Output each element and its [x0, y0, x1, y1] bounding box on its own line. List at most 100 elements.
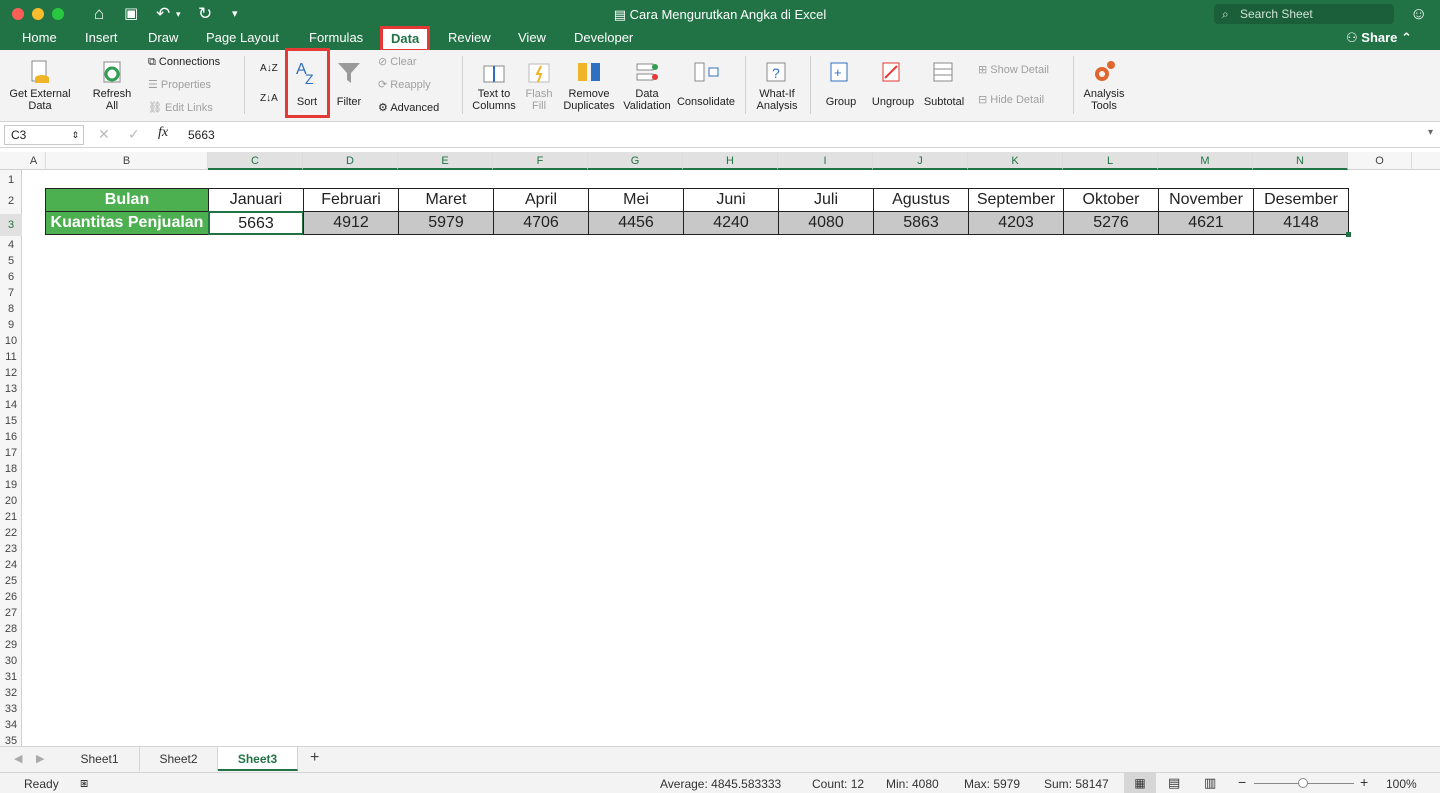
row-header[interactable]: 22	[0, 525, 22, 541]
column-header[interactable]: B	[46, 152, 208, 170]
row-header[interactable]: 7	[0, 285, 22, 301]
quantity-cell[interactable]: 4240	[683, 211, 779, 235]
flash-fill-button[interactable]: Flash Fill	[520, 58, 558, 112]
zoom-out-icon[interactable]: −	[1238, 774, 1246, 790]
column-header[interactable]: K	[968, 152, 1063, 170]
row-header[interactable]: 6	[0, 269, 22, 285]
hide-detail-button[interactable]: ⊟ Hide Detail	[978, 93, 1044, 107]
enter-icon[interactable]: ✓	[128, 126, 140, 143]
row-header[interactable]: 26	[0, 589, 22, 605]
what-if-analysis-button[interactable]: ? What-If Analysis	[750, 58, 804, 112]
column-header[interactable]: J	[873, 152, 968, 170]
tab-data[interactable]: Data	[379, 26, 431, 52]
account-icon[interactable]: ☺	[1410, 4, 1427, 24]
column-header[interactable]: I	[778, 152, 873, 170]
refresh-all-button[interactable]: Refresh All	[86, 58, 138, 112]
share-button[interactable]: ⚇ Share ⌃	[1346, 28, 1412, 48]
worksheet-grid[interactable]: ABCDEFGHIJKLMNO 1 2 3 4 5 6 7 8 9 10 11 12 13 14 15 16 1…	[0, 152, 1440, 746]
scroll-left-icon[interactable]: ◀	[14, 752, 22, 765]
zoom-in-icon[interactable]: +	[1360, 774, 1368, 790]
quantity-cell[interactable]: 4456	[588, 211, 684, 235]
remove-duplicates-button[interactable]: Remove Duplicates	[562, 58, 616, 112]
sort-a-to-z-button[interactable]: A↓Z	[260, 62, 278, 76]
month-header-cell[interactable]: Desember	[1253, 188, 1349, 212]
name-box-dropdown-icon[interactable]: ⇕	[71, 126, 79, 144]
column-header[interactable]: A	[22, 152, 46, 170]
row-header[interactable]: 16	[0, 429, 22, 445]
row-header[interactable]: 32	[0, 685, 22, 701]
row-header[interactable]: 18	[0, 461, 22, 477]
scroll-right-icon[interactable]: ▶	[36, 752, 44, 765]
tab-developer[interactable]: Developer	[574, 28, 633, 50]
row-header[interactable]: 20	[0, 493, 22, 509]
month-header-cell[interactable]: November	[1158, 188, 1254, 212]
advanced-filter-button[interactable]: ⚙ Advanced	[378, 101, 439, 115]
name-box[interactable]: C3 ⇕	[4, 125, 84, 145]
quantity-cell[interactable]: 5863	[873, 211, 969, 235]
sheet-tab-sheet1[interactable]: Sheet1	[60, 747, 140, 771]
get-external-data-button[interactable]: Get External Data	[4, 58, 76, 112]
month-header-cell[interactable]: Mei	[588, 188, 684, 212]
reapply-button[interactable]: ⟳ Reapply	[378, 78, 431, 92]
row-header[interactable]: 19	[0, 477, 22, 493]
clear-filter-button[interactable]: ⊘ Clear	[378, 55, 417, 69]
formula-input[interactable]: 5663	[188, 128, 215, 142]
tab-review[interactable]: Review	[448, 28, 491, 50]
tab-insert[interactable]: Insert	[85, 28, 118, 50]
month-header-cell[interactable]: Oktober	[1063, 188, 1159, 212]
row-label-bulan[interactable]: Bulan	[45, 188, 209, 212]
row-header[interactable]: 4	[0, 237, 22, 253]
normal-view-icon[interactable]: ▦	[1124, 773, 1156, 793]
tab-home[interactable]: Home	[22, 28, 57, 50]
row-header[interactable]: 33	[0, 701, 22, 717]
column-header[interactable]: N	[1253, 152, 1348, 170]
month-header-cell[interactable]: Juli	[778, 188, 874, 212]
sort-z-to-a-button[interactable]: Z↓A	[260, 92, 278, 106]
column-header[interactable]: C	[208, 152, 303, 170]
column-header[interactable]: L	[1063, 152, 1158, 170]
ungroup-button[interactable]: Ungroup	[868, 58, 918, 108]
show-detail-button[interactable]: ⊞ Show Detail	[978, 63, 1049, 77]
month-header-cell[interactable]: Agustus	[873, 188, 969, 212]
row-header[interactable]: 21	[0, 509, 22, 525]
row-label-kuantitas[interactable]: Kuantitas Penjualan	[45, 211, 209, 235]
column-header[interactable]: F	[493, 152, 588, 170]
quantity-cell[interactable]: 5979	[398, 211, 494, 235]
column-header[interactable]: D	[303, 152, 398, 170]
collapse-ribbon-icon[interactable]: ⌃	[1401, 30, 1412, 45]
column-header[interactable]: G	[588, 152, 683, 170]
row-header[interactable]: 29	[0, 637, 22, 653]
page-break-view-icon[interactable]: ▥	[1204, 775, 1216, 791]
text-to-columns-button[interactable]: Text to Columns	[468, 58, 520, 112]
data-validation-button[interactable]: Data Validation	[620, 58, 674, 112]
quantity-cell[interactable]: 4621	[1158, 211, 1254, 235]
quantity-cell[interactable]: 4148	[1253, 211, 1349, 235]
macro-record-icon[interactable]: ⧆	[80, 775, 88, 791]
sheet-tab-sheet3[interactable]: Sheet3	[218, 747, 298, 771]
fill-handle[interactable]	[1346, 232, 1351, 237]
month-header-cell[interactable]: Februari	[303, 188, 399, 212]
tab-formulas[interactable]: Formulas	[309, 28, 363, 50]
row-header[interactable]: 12	[0, 365, 22, 381]
edit-links-button[interactable]: ⛓ Edit Links	[148, 101, 213, 115]
cancel-icon[interactable]: ✕	[98, 126, 110, 143]
quantity-cell[interactable]: 4706	[493, 211, 589, 235]
column-header[interactable]: O	[1348, 152, 1412, 170]
row-header[interactable]: 8	[0, 301, 22, 317]
month-header-cell[interactable]: September	[968, 188, 1064, 212]
quantity-cell[interactable]: 4912	[303, 211, 399, 235]
row-header[interactable]: 35	[0, 733, 22, 746]
row-header[interactable]: 23	[0, 541, 22, 557]
row-header[interactable]: 2	[0, 190, 22, 212]
tab-page-layout[interactable]: Page Layout	[206, 28, 279, 50]
month-header-cell[interactable]: Januari	[208, 188, 304, 212]
row-header[interactable]: 24	[0, 557, 22, 573]
month-header-cell[interactable]: Juni	[683, 188, 779, 212]
connections-button[interactable]: ⧉ Connections	[148, 55, 220, 69]
subtotal-button[interactable]: Subtotal	[920, 58, 968, 108]
group-button[interactable]: + Group	[818, 58, 864, 108]
row-header[interactable]: 11	[0, 349, 22, 365]
row-header[interactable]: 10	[0, 333, 22, 349]
expand-formula-bar-icon[interactable]: ▾	[1428, 127, 1433, 138]
row-header[interactable]: 30	[0, 653, 22, 669]
